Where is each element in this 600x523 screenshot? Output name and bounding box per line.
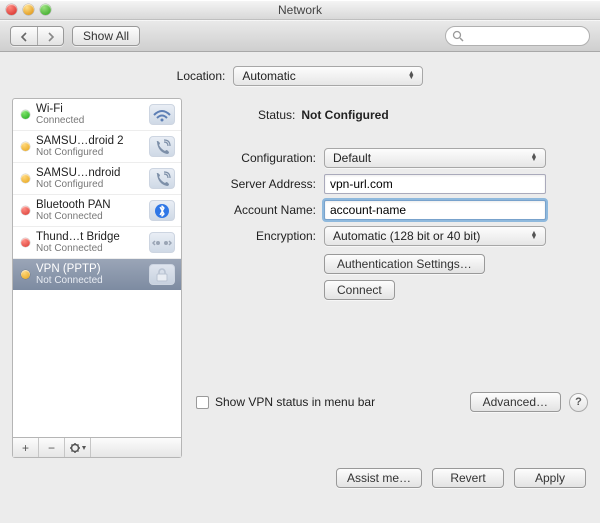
help-button[interactable]: ? bbox=[569, 393, 588, 412]
phone-icon bbox=[149, 136, 175, 157]
window-title: Network bbox=[0, 3, 600, 17]
assist-me-label: Assist me… bbox=[347, 471, 411, 485]
status-value: Not Configured bbox=[301, 108, 388, 122]
service-name: SAMSU…droid 2 bbox=[36, 135, 143, 147]
status-label: Status: bbox=[258, 108, 295, 122]
location-label: Location: bbox=[177, 69, 226, 83]
service-name: Thund…t Bridge bbox=[36, 231, 143, 243]
lock-icon bbox=[149, 264, 175, 285]
service-name: VPN (PPTP) bbox=[36, 263, 143, 275]
service-state: Not Connected bbox=[36, 243, 143, 254]
add-service-button[interactable]: + bbox=[13, 438, 39, 457]
authentication-settings-label: Authentication Settings… bbox=[337, 257, 472, 271]
close-window-button[interactable] bbox=[6, 4, 17, 15]
nav-back-forward bbox=[10, 26, 64, 46]
location-popup[interactable]: Automatic ▲▼ bbox=[233, 66, 423, 86]
service-list: Wi-FiConnectedSAMSU…droid 2Not Configure… bbox=[12, 98, 182, 438]
authentication-settings-button[interactable]: Authentication Settings… bbox=[324, 254, 485, 274]
service-name: Bluetooth PAN bbox=[36, 199, 143, 211]
bridge-icon bbox=[149, 232, 175, 253]
service-item[interactable]: SAMSU…ndroidNot Configured bbox=[13, 163, 181, 195]
service-item[interactable]: Thund…t BridgeNot Connected bbox=[13, 227, 181, 259]
bluetooth-icon bbox=[149, 200, 175, 221]
assist-me-button[interactable]: Assist me… bbox=[336, 468, 422, 488]
show-vpn-status-label: Show VPN status in menu bar bbox=[215, 395, 375, 409]
chevron-right-icon bbox=[46, 32, 56, 42]
phone-icon bbox=[149, 168, 175, 189]
apply-button[interactable]: Apply bbox=[514, 468, 586, 488]
advanced-button[interactable]: Advanced… bbox=[470, 392, 561, 412]
service-state: Not Connected bbox=[36, 211, 143, 222]
chevron-left-icon bbox=[19, 32, 29, 42]
service-item[interactable]: Bluetooth PANNot Connected bbox=[13, 195, 181, 227]
status-dot-icon bbox=[21, 110, 30, 119]
minus-icon: − bbox=[48, 441, 55, 455]
service-item[interactable]: SAMSU…droid 2Not Configured bbox=[13, 131, 181, 163]
encryption-popup[interactable]: Automatic (128 bit or 40 bit) ▲▼ bbox=[324, 226, 546, 246]
status-dot-icon bbox=[21, 174, 30, 183]
forward-button[interactable] bbox=[37, 27, 63, 46]
service-item[interactable]: VPN (PPTP)Not Connected bbox=[13, 259, 181, 290]
service-state: Not Connected bbox=[36, 275, 143, 286]
configuration-popup[interactable]: Default ▲▼ bbox=[324, 148, 546, 168]
minimize-window-button[interactable] bbox=[23, 4, 34, 15]
status-dot-icon bbox=[21, 142, 30, 151]
popup-arrows-icon: ▲▼ bbox=[527, 232, 541, 240]
account-name-label: Account Name: bbox=[196, 203, 324, 217]
status-dot-icon bbox=[21, 270, 30, 279]
sidebar-footer-spacer bbox=[91, 438, 181, 457]
service-name: SAMSU…ndroid bbox=[36, 167, 143, 179]
show-all-label: Show All bbox=[83, 29, 129, 43]
search-icon bbox=[452, 30, 464, 42]
back-button[interactable] bbox=[11, 27, 37, 46]
server-address-input[interactable] bbox=[324, 174, 546, 194]
popup-arrows-icon: ▲▼ bbox=[527, 154, 541, 162]
service-item[interactable]: Wi-FiConnected bbox=[13, 99, 181, 131]
connect-button[interactable]: Connect bbox=[324, 280, 395, 300]
status-dot-icon bbox=[21, 238, 30, 247]
show-all-button[interactable]: Show All bbox=[72, 26, 140, 46]
service-state: Not Configured bbox=[36, 179, 143, 190]
service-state: Not Configured bbox=[36, 147, 143, 158]
search-input[interactable] bbox=[468, 30, 583, 42]
popup-arrows-icon: ▲▼ bbox=[404, 72, 418, 80]
revert-button[interactable]: Revert bbox=[432, 468, 504, 488]
encryption-value: Automatic (128 bit or 40 bit) bbox=[333, 229, 480, 243]
advanced-label: Advanced… bbox=[483, 395, 548, 409]
status-dot-icon bbox=[21, 206, 30, 215]
service-action-menu[interactable] bbox=[65, 438, 91, 457]
plus-icon: + bbox=[22, 441, 29, 455]
revert-label: Revert bbox=[450, 471, 485, 485]
wifi-icon bbox=[149, 104, 175, 125]
encryption-label: Encryption: bbox=[196, 229, 324, 243]
location-value: Automatic bbox=[242, 69, 295, 83]
remove-service-button[interactable]: − bbox=[39, 438, 65, 457]
search-field-container bbox=[445, 26, 590, 46]
account-name-input[interactable] bbox=[324, 200, 546, 220]
service-state: Connected bbox=[36, 115, 143, 126]
zoom-window-button[interactable] bbox=[40, 4, 51, 15]
show-vpn-status-checkbox[interactable]: Show VPN status in menu bar bbox=[196, 395, 375, 409]
connect-label: Connect bbox=[337, 283, 382, 297]
configuration-label: Configuration: bbox=[196, 151, 324, 165]
configuration-value: Default bbox=[333, 151, 371, 165]
server-address-label: Server Address: bbox=[196, 177, 324, 191]
apply-label: Apply bbox=[535, 471, 565, 485]
gear-menu-icon bbox=[69, 442, 87, 454]
checkbox-icon bbox=[196, 396, 209, 409]
service-name: Wi-Fi bbox=[36, 103, 143, 115]
